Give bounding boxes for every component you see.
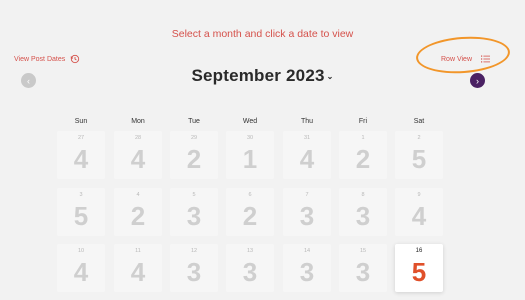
date-number: 14 bbox=[303, 248, 311, 254]
date-cell[interactable]: 83 bbox=[339, 188, 387, 236]
date-number: 27 bbox=[77, 135, 85, 141]
weekday-header-tue: Tue bbox=[188, 118, 200, 125]
date-number: 29 bbox=[190, 135, 198, 141]
date-cell[interactable]: 62 bbox=[226, 188, 274, 236]
list-icon bbox=[481, 55, 490, 63]
post-count: 2 bbox=[130, 201, 146, 231]
post-count: 2 bbox=[355, 144, 371, 174]
chevron-down-icon: ⌄ bbox=[326, 72, 334, 82]
post-count: 5 bbox=[411, 144, 427, 174]
date-cell[interactable]: 12 3 bbox=[170, 244, 218, 292]
post-count: 4 bbox=[130, 257, 146, 287]
post-count: 4 bbox=[73, 144, 89, 174]
next-month-button[interactable]: › bbox=[470, 73, 485, 88]
date-number: 9 bbox=[417, 192, 421, 198]
post-count: 4 bbox=[130, 144, 146, 174]
row-view-label: Row View bbox=[441, 55, 472, 63]
month-selector[interactable]: September 2023 ⌄ bbox=[0, 66, 525, 86]
date-number: 1 bbox=[361, 135, 365, 141]
date-cell[interactable]: 12 bbox=[339, 131, 387, 179]
view-past-dates-link[interactable]: View Post Dates bbox=[14, 53, 80, 65]
date-cell[interactable]: 25 bbox=[395, 131, 443, 179]
date-number: 16 bbox=[415, 248, 423, 254]
post-count: 3 bbox=[355, 257, 371, 287]
month-title: September 2023 bbox=[191, 66, 325, 85]
date-cell-selected[interactable]: 16 5 bbox=[395, 244, 443, 292]
date-number: 28 bbox=[134, 135, 142, 141]
chevron-right-icon: › bbox=[476, 75, 479, 86]
date-number: 4 bbox=[136, 192, 140, 198]
date-number: 10 bbox=[77, 248, 85, 254]
date-cell[interactable]: 42 bbox=[114, 188, 162, 236]
view-past-dates-label: View Post Dates bbox=[14, 55, 66, 63]
date-number: 2 bbox=[417, 135, 421, 141]
date-number: 15 bbox=[359, 248, 367, 254]
post-count: 2 bbox=[186, 144, 202, 174]
date-number: 6 bbox=[248, 192, 252, 198]
weekday-header-fri: Fri bbox=[358, 118, 368, 125]
date-cell[interactable]: 11 4 bbox=[114, 244, 162, 292]
date-number: 7 bbox=[305, 192, 309, 198]
weekday-header-wed: Wed bbox=[242, 118, 258, 125]
date-number: 13 bbox=[246, 248, 254, 254]
post-count: 1 bbox=[242, 144, 258, 174]
post-count: 4 bbox=[73, 257, 89, 287]
date-cell[interactable]: 10 4 bbox=[57, 244, 105, 292]
weekday-header-sun: Sun bbox=[74, 118, 88, 125]
date-number: 8 bbox=[361, 192, 365, 198]
date-number: 3 bbox=[79, 192, 83, 198]
post-count: 5 bbox=[411, 257, 427, 287]
date-cell[interactable]: 53 bbox=[170, 188, 218, 236]
post-count: 3 bbox=[299, 201, 315, 231]
date-cell[interactable]: 14 3 bbox=[283, 244, 331, 292]
date-number: 11 bbox=[135, 248, 141, 254]
post-count: 3 bbox=[186, 257, 202, 287]
row-view-toggle[interactable]: Row View bbox=[441, 53, 490, 65]
date-cell[interactable]: 31 4 bbox=[283, 131, 331, 179]
date-cell[interactable]: 29 2 bbox=[170, 131, 218, 179]
date-cell[interactable]: 27 4 bbox=[57, 131, 105, 179]
weekday-header-sat: Sat bbox=[413, 118, 425, 125]
date-cell[interactable]: 35 bbox=[57, 188, 105, 236]
date-cell[interactable]: 13 3 bbox=[226, 244, 274, 292]
post-count: 4 bbox=[299, 144, 315, 174]
date-number: 30 bbox=[246, 135, 254, 141]
weekday-header-mon: Mon bbox=[131, 118, 145, 125]
date-cell[interactable]: 30 1 bbox=[226, 131, 274, 179]
weekday-header-thu: Thu bbox=[300, 118, 314, 125]
date-cell[interactable]: 28 4 bbox=[114, 131, 162, 179]
post-count: 4 bbox=[411, 201, 427, 231]
date-cell[interactable]: 94 bbox=[395, 188, 443, 236]
date-number: 31 bbox=[303, 135, 311, 141]
post-count: 5 bbox=[73, 201, 89, 231]
post-count: 2 bbox=[242, 201, 258, 231]
post-count: 3 bbox=[355, 201, 371, 231]
date-cell[interactable]: 15 3 bbox=[339, 244, 387, 292]
post-count: 3 bbox=[299, 257, 315, 287]
post-count: 3 bbox=[242, 257, 258, 287]
date-number: 5 bbox=[192, 192, 196, 198]
date-cell[interactable]: 73 bbox=[283, 188, 331, 236]
history-icon bbox=[70, 54, 80, 64]
date-number: 12 bbox=[190, 248, 198, 254]
post-count: 3 bbox=[186, 201, 202, 231]
instruction-text: Select a month and click a date to view bbox=[171, 28, 354, 40]
